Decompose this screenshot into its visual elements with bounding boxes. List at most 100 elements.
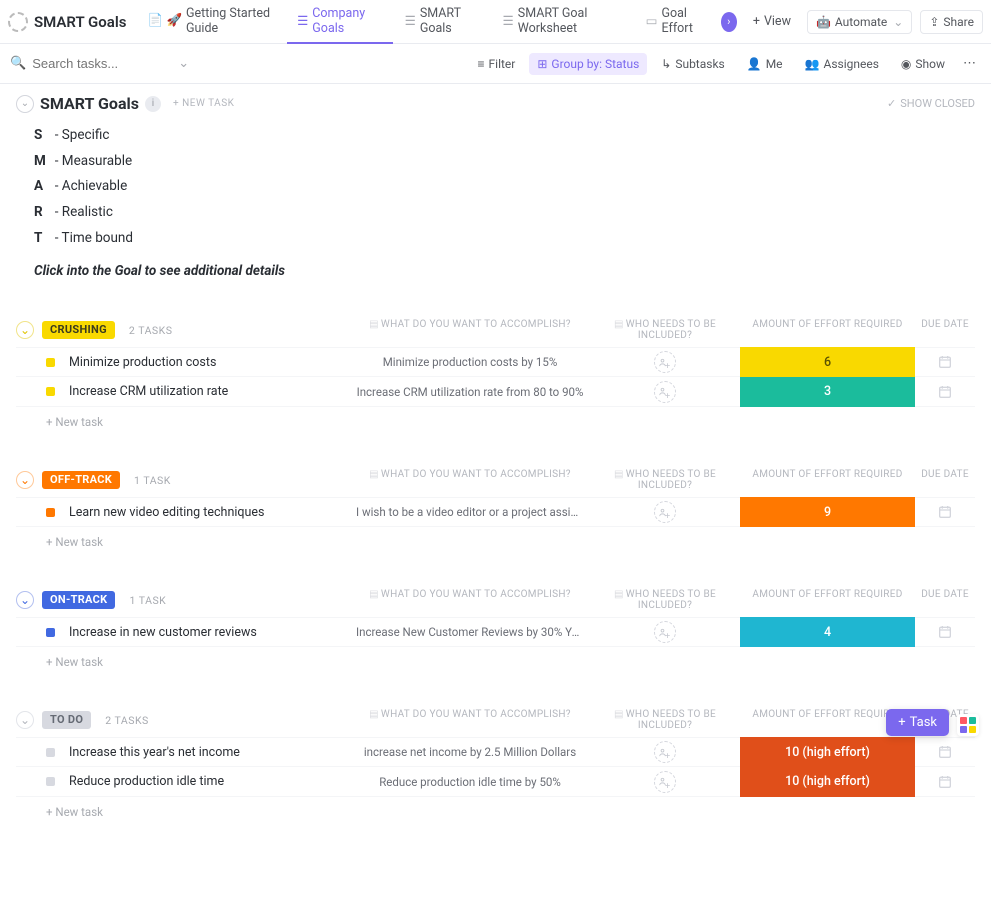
assignees-button[interactable]: 👥Assignees [797, 53, 887, 75]
search-wrap[interactable]: 🔍 ⌄ [10, 56, 458, 71]
group-by-label: Group by: Status [551, 57, 639, 71]
add-assignee-button[interactable] [654, 351, 676, 373]
column-header-due[interactable]: DUE DATE [915, 469, 975, 491]
tab-company-goals[interactable]: ☰ Company Goals [287, 0, 393, 44]
task-row[interactable]: Learn new video editing techniques I wis… [16, 497, 975, 527]
task-name: Increase CRM utilization rate [69, 384, 299, 399]
status-chip[interactable]: CRUSHING [42, 321, 115, 339]
tab-label: SMART Goals [420, 6, 481, 36]
apps-button[interactable] [957, 714, 979, 736]
column-header-accomplish[interactable]: ▤WHAT DO YOU WANT TO ACCOMPLISH? [350, 709, 590, 731]
chevron-down-icon[interactable]: ⌄ [178, 56, 189, 71]
automate-label: Automate [835, 15, 887, 29]
due-date-cell[interactable] [915, 354, 975, 370]
due-date-cell[interactable] [915, 774, 975, 790]
collapse-group-button[interactable]: ⌄ [16, 711, 34, 729]
add-view-button[interactable]: + View [745, 14, 799, 29]
due-date-cell[interactable] [915, 384, 975, 400]
create-task-fab[interactable]: + Task [886, 709, 949, 736]
effort-cell[interactable]: 3 [740, 377, 915, 407]
effort-cell[interactable]: 4 [740, 617, 915, 647]
effort-cell[interactable]: 10 (high effort) [740, 737, 915, 767]
column-header-who[interactable]: ▤WHO NEEDS TO BE INCLUDED? [590, 469, 740, 491]
add-assignee-button[interactable] [654, 741, 676, 763]
task-row[interactable]: Minimize production costs Minimize produ… [16, 347, 975, 377]
collapse-group-button[interactable]: ⌄ [16, 591, 34, 609]
column-header-due[interactable]: DUE DATE [915, 589, 975, 611]
column-header-who[interactable]: ▤WHO NEEDS TO BE INCLUDED? [590, 589, 740, 611]
group-header: ⌄ CRUSHING 2 TASKS ▤WHAT DO YOU WANT TO … [16, 319, 975, 341]
definition-row: S - Specific [34, 123, 975, 149]
task-accomplish: Increase CRM utilization rate from 80 to… [350, 385, 590, 399]
add-view-label: View [764, 14, 791, 29]
status-square[interactable] [46, 387, 55, 396]
task-row[interactable]: Increase in new customer reviews Increas… [16, 617, 975, 647]
add-assignee-button[interactable] [654, 771, 676, 793]
tab-getting-started[interactable]: 📄 🚀 Getting Started Guide [138, 0, 285, 44]
column-header-accomplish[interactable]: ▤WHAT DO YOU WANT TO ACCOMPLISH? [350, 469, 590, 491]
task-row[interactable]: Increase this year's net income increase… [16, 737, 975, 767]
show-button[interactable]: ◉Show [893, 53, 953, 75]
due-date-cell[interactable] [915, 504, 975, 520]
filter-label: Filter [489, 57, 516, 71]
column-header-effort[interactable]: AMOUNT OF EFFORT REQUIRED [740, 469, 915, 491]
automate-button[interactable]: 🤖 Automate ⌄ [807, 10, 912, 34]
show-closed-button[interactable]: ✓ SHOW CLOSED [887, 97, 975, 110]
status-square[interactable] [46, 508, 55, 517]
status-square[interactable] [46, 777, 55, 786]
add-assignee-button[interactable] [654, 501, 676, 523]
share-label: Share [943, 15, 974, 29]
share-button[interactable]: ⇪ Share [920, 10, 983, 34]
tab-label: SMART Goal Worksheet [518, 6, 624, 36]
effort-cell[interactable]: 9 [740, 497, 915, 527]
me-button[interactable]: 👤Me [739, 53, 791, 75]
collapse-group-button[interactable]: ⌄ [16, 471, 34, 489]
column-header-accomplish[interactable]: ▤WHAT DO YOU WANT TO ACCOMPLISH? [350, 319, 590, 341]
task-accomplish: I wish to be a video editor or a project… [350, 505, 590, 519]
more-views-button[interactable]: › [721, 12, 737, 32]
filter-button[interactable]: ≡Filter [470, 53, 524, 75]
search-input[interactable] [32, 56, 172, 71]
new-task-row[interactable]: + New task [16, 527, 975, 549]
tab-smart-goals[interactable]: ☰ SMART Goals [395, 0, 491, 44]
share-icon: ⇪ [929, 15, 939, 29]
tab-goal-effort[interactable]: ▭ Goal Effort [636, 0, 719, 44]
column-header-who[interactable]: ▤WHO NEEDS TO BE INCLUDED? [590, 709, 740, 731]
status-chip[interactable]: ON-TRACK [42, 591, 115, 609]
new-task-row[interactable]: + New task [16, 647, 975, 669]
column-header-effort[interactable]: AMOUNT OF EFFORT REQUIRED [740, 319, 915, 341]
column-header-accomplish[interactable]: ▤WHAT DO YOU WANT TO ACCOMPLISH? [350, 589, 590, 611]
tab-smart-goal-worksheet[interactable]: ☰ SMART Goal Worksheet [493, 0, 634, 44]
status-square[interactable] [46, 748, 55, 757]
collapse-list-button[interactable]: ⌄ [16, 95, 34, 113]
collapse-group-button[interactable]: ⌄ [16, 321, 34, 339]
status-chip[interactable]: OFF-TRACK [42, 471, 120, 489]
more-options-button[interactable]: ⋯ [959, 56, 981, 71]
new-task-row[interactable]: + New task [16, 797, 975, 819]
group-icon: ⊞ [537, 57, 547, 71]
new-task-button[interactable]: + NEW TASK [173, 98, 234, 109]
definition-row: T - Time bound [34, 226, 975, 252]
due-date-cell[interactable] [915, 624, 975, 640]
task-row[interactable]: Reduce production idle time Reduce produ… [16, 767, 975, 797]
due-date-cell[interactable] [915, 744, 975, 760]
effort-cell[interactable]: 10 (high effort) [740, 767, 915, 797]
group-by-button[interactable]: ⊞ Group by: Status [529, 53, 647, 75]
task-accomplish: Minimize production costs by 15% [350, 355, 590, 369]
new-task-row[interactable]: + New task [16, 407, 975, 429]
add-assignee-button[interactable] [654, 381, 676, 403]
task-row[interactable]: Increase CRM utilization rate Increase C… [16, 377, 975, 407]
subtasks-icon: ↳ [661, 57, 671, 71]
subtasks-button[interactable]: ↳Subtasks [653, 53, 732, 75]
column-header-who[interactable]: ▤WHO NEEDS TO BE INCLUDED? [590, 319, 740, 341]
effort-cell[interactable]: 6 [740, 347, 915, 377]
column-header-due[interactable]: DUE DATE [915, 319, 975, 341]
column-header-effort[interactable]: AMOUNT OF EFFORT REQUIRED [740, 589, 915, 611]
status-square[interactable] [46, 358, 55, 367]
task-name: Learn new video editing techniques [69, 505, 299, 520]
info-icon[interactable]: i [145, 96, 161, 112]
task-who [590, 741, 740, 763]
status-chip[interactable]: TO DO [42, 711, 91, 729]
add-assignee-button[interactable] [654, 621, 676, 643]
status-square[interactable] [46, 628, 55, 637]
